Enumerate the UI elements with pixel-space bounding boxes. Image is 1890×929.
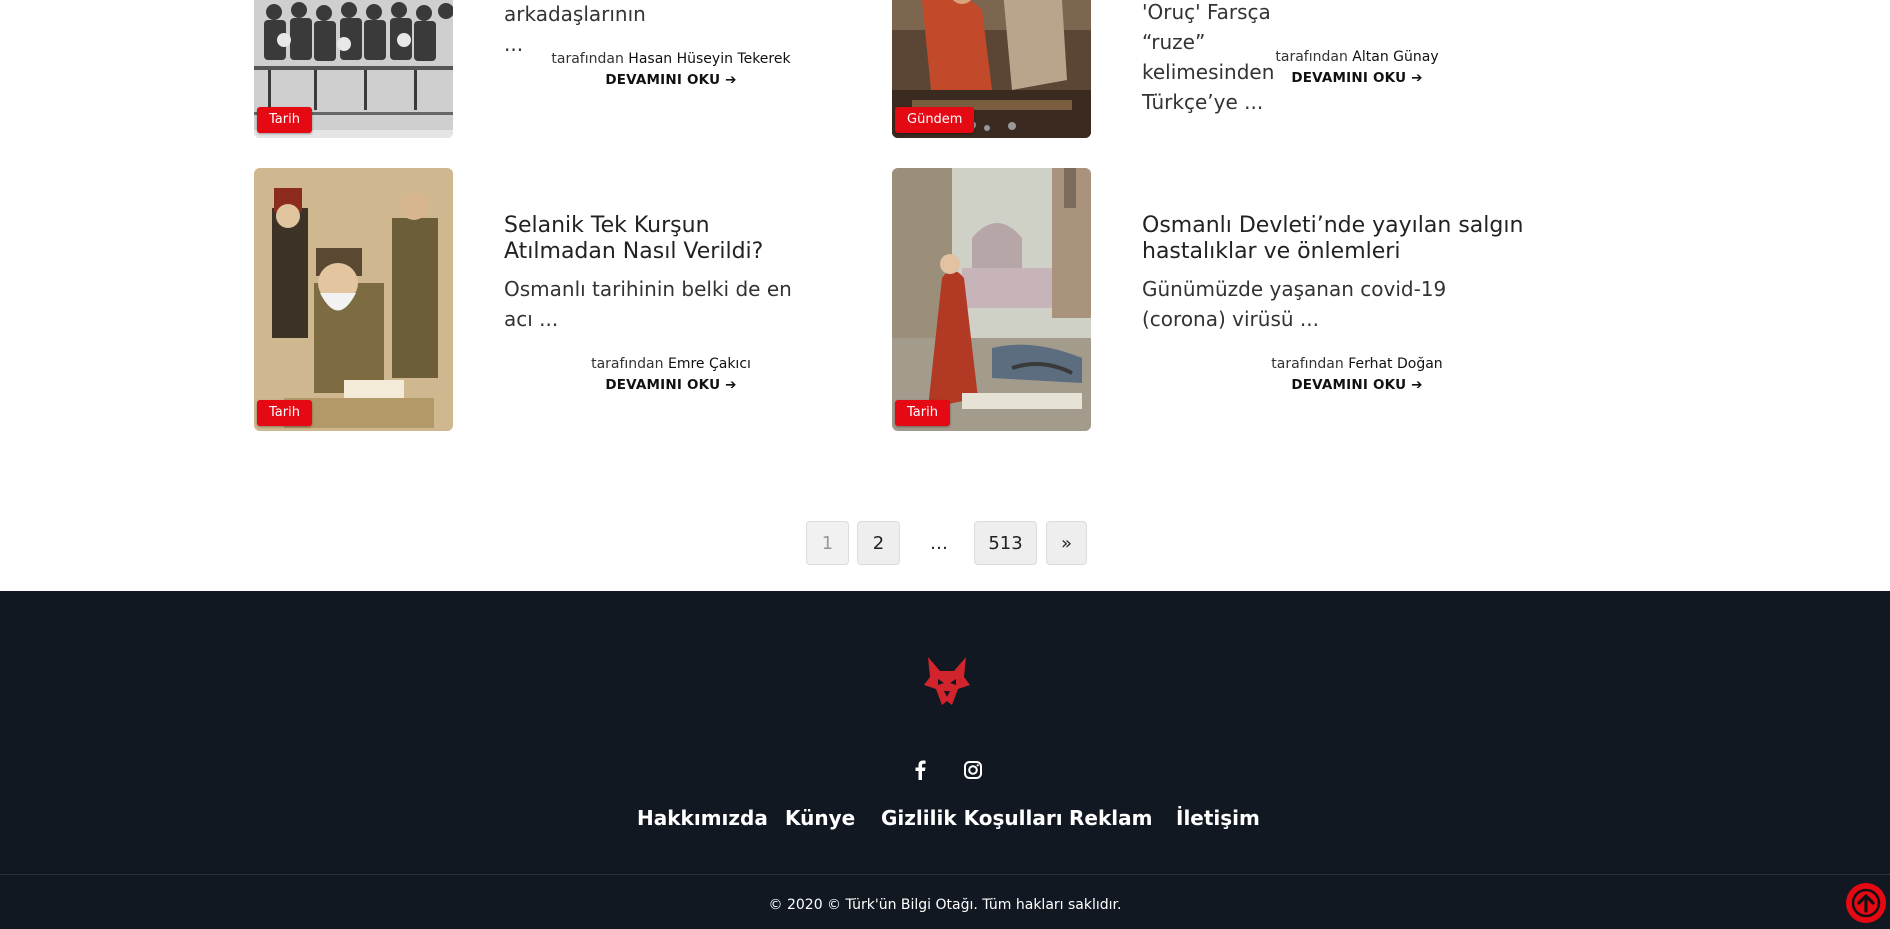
footer-link-kunye[interactable]: Künye: [785, 806, 855, 830]
pagination-ellipsis: …: [930, 532, 948, 554]
article-grid: Tarih arkadaşlarının ... tarafından Hasa…: [0, 0, 1890, 591]
category-badge[interactable]: Tarih: [257, 400, 312, 426]
pagination: 1 2 … 513 »: [0, 521, 1890, 565]
author-name[interactable]: Ferhat Doğan: [1348, 356, 1443, 372]
read-more-label: DEVAMINI OKU: [605, 72, 721, 88]
article-thumbnail[interactable]: Tarih: [892, 168, 1091, 431]
article-author-line: tarafından Ferhat Doğan: [1187, 356, 1527, 372]
article-author-line: tarafından Altan Günay: [1187, 49, 1527, 65]
arrow-right-icon: ➔: [725, 377, 737, 393]
wolf-logo-icon[interactable]: [922, 655, 972, 707]
site-footer: Hakkımızda Künye Gizlilik Koşulları Rekl…: [0, 591, 1890, 929]
read-more-link[interactable]: DEVAMINI OKU ➔: [1187, 377, 1527, 393]
category-badge[interactable]: Tarih: [257, 107, 312, 133]
author-name[interactable]: Hasan Hüseyin Tekerek: [628, 51, 790, 67]
arrow-up-icon: [1851, 888, 1881, 918]
article-title[interactable]: Selanik Tek Kurşun Atılmadan Nasıl Veril…: [504, 213, 794, 265]
author-prefix: tarafından: [591, 356, 664, 372]
arrow-right-icon: ➔: [725, 72, 737, 88]
footer-link-hakkimizda[interactable]: Hakkımızda: [637, 806, 768, 830]
footer-link-reklam[interactable]: Reklam: [1069, 806, 1152, 830]
next-page-link[interactable]: »: [1046, 521, 1087, 565]
read-more-label: DEVAMINI OKU: [1291, 70, 1407, 86]
page-2-link[interactable]: 2: [857, 521, 900, 565]
copyright-text: © 2020 © Türk'ün Bilgi Otağı. Tüm haklar…: [768, 897, 1122, 913]
page-1-current: 1: [806, 521, 849, 565]
article-thumbnail[interactable]: Tarih: [254, 168, 453, 431]
author-prefix: tarafından: [1275, 49, 1348, 65]
article-author-line: tarafından Hasan Hüseyin Tekerek: [501, 51, 841, 67]
arrow-right-icon: ➔: [1411, 70, 1423, 86]
footer-link-gizlilik[interactable]: Gizlilik Koşulları: [881, 806, 1063, 830]
page-last-link[interactable]: 513: [974, 521, 1037, 565]
arrow-right-icon: ➔: [1411, 377, 1423, 393]
author-prefix: tarafından: [551, 51, 624, 67]
category-badge[interactable]: Tarih: [895, 400, 950, 426]
author-name[interactable]: Altan Günay: [1352, 49, 1438, 65]
article-author-line: tarafından Emre Çakıcı: [501, 356, 841, 372]
read-more-link[interactable]: DEVAMINI OKU ➔: [501, 72, 841, 88]
author-prefix: tarafından: [1271, 356, 1344, 372]
footer-nav: Hakkımızda Künye Gizlilik Koşulları Rekl…: [0, 806, 1890, 836]
illustration-image: [892, 168, 1091, 431]
article-title[interactable]: Osmanlı Devleti’nde yayılan salgın hasta…: [1142, 213, 1532, 265]
footer-divider: [0, 874, 1890, 875]
facebook-icon[interactable]: [906, 756, 934, 784]
instagram-icon[interactable]: [959, 756, 987, 784]
article-thumbnail[interactable]: Tarih: [254, 0, 453, 138]
scroll-to-top-button[interactable]: [1846, 883, 1886, 923]
category-badge[interactable]: Gündem: [895, 107, 975, 133]
author-name[interactable]: Emre Çakıcı: [668, 356, 751, 372]
footer-link-iletisim[interactable]: İletişim: [1176, 806, 1260, 830]
read-more-label: DEVAMINI OKU: [1291, 377, 1407, 393]
article-excerpt: Osmanlı tarihinin belki de en acı ...: [504, 277, 792, 331]
read-more-label: DEVAMINI OKU: [605, 377, 721, 393]
article-thumbnail[interactable]: Gündem: [892, 0, 1091, 138]
read-more-link[interactable]: DEVAMINI OKU ➔: [501, 377, 841, 393]
historical-photo-image: [254, 168, 453, 431]
read-more-link[interactable]: DEVAMINI OKU ➔: [1187, 70, 1527, 86]
social-links: [0, 756, 1890, 786]
article-excerpt: Günümüzde yaşanan covid-19 (corona) virü…: [1142, 277, 1447, 331]
